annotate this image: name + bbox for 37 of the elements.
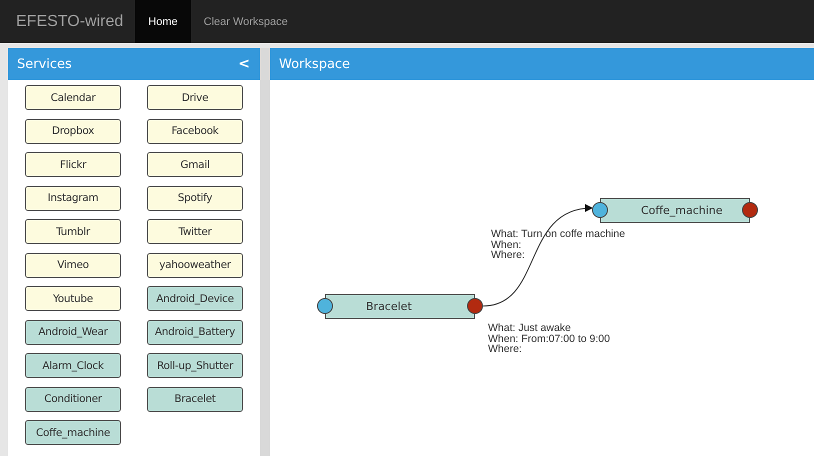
service-button[interactable]: Android_Battery bbox=[147, 320, 243, 344]
service-button[interactable]: Calendar bbox=[25, 85, 121, 110]
input-port[interactable] bbox=[592, 202, 608, 218]
service-button[interactable]: Android_Wear bbox=[25, 320, 121, 344]
service-button[interactable]: Alarm_Clock bbox=[25, 353, 121, 378]
service-button[interactable]: Instagram bbox=[25, 186, 121, 210]
service-button[interactable]: Youtube bbox=[25, 286, 121, 311]
app-brand: EFESTO-wired bbox=[15, 12, 124, 32]
nav-tab[interactable]: Clear Workspace bbox=[190, 0, 301, 43]
input-port[interactable] bbox=[317, 298, 333, 314]
service-button[interactable]: Flickr bbox=[25, 152, 121, 177]
service-button[interactable]: Twitter bbox=[147, 219, 243, 244]
service-button[interactable]: Gmail bbox=[147, 152, 243, 177]
annotation-line: What: Just awake bbox=[488, 323, 572, 334]
service-button[interactable]: Drive bbox=[147, 85, 243, 110]
service-button[interactable]: Spotify bbox=[147, 186, 243, 210]
service-button[interactable]: Bracelet bbox=[147, 386, 243, 412]
panel-title: Services bbox=[17, 56, 72, 72]
annotation-line: Where: bbox=[488, 344, 523, 354]
service-button[interactable]: Conditioner bbox=[25, 386, 121, 412]
annotation-line: When: From:07:00 to 9:00 bbox=[488, 334, 610, 344]
output-port[interactable] bbox=[467, 298, 483, 314]
service-button[interactable]: Vimeo bbox=[25, 252, 121, 278]
service-button[interactable]: Dropbox bbox=[25, 118, 121, 144]
annotation-line: Where: bbox=[491, 250, 526, 260]
service-button[interactable]: yahooweather bbox=[147, 252, 243, 278]
service-button[interactable]: Android_Device bbox=[147, 286, 243, 311]
service-button[interactable]: Coffe_machine bbox=[25, 420, 121, 445]
service-button[interactable]: Facebook bbox=[147, 118, 243, 144]
service-button[interactable]: Tumblr bbox=[25, 219, 121, 244]
annotation-line: When: bbox=[491, 240, 522, 250]
service-node[interactable]: Bracelet bbox=[325, 294, 475, 319]
panel-title: Workspace bbox=[279, 56, 350, 72]
service-node[interactable]: Coffe_machine bbox=[600, 198, 750, 223]
output-port[interactable] bbox=[742, 202, 758, 218]
service-button[interactable]: Roll-up_Shutter bbox=[147, 353, 243, 378]
nav-tab[interactable]: Home bbox=[135, 0, 191, 43]
